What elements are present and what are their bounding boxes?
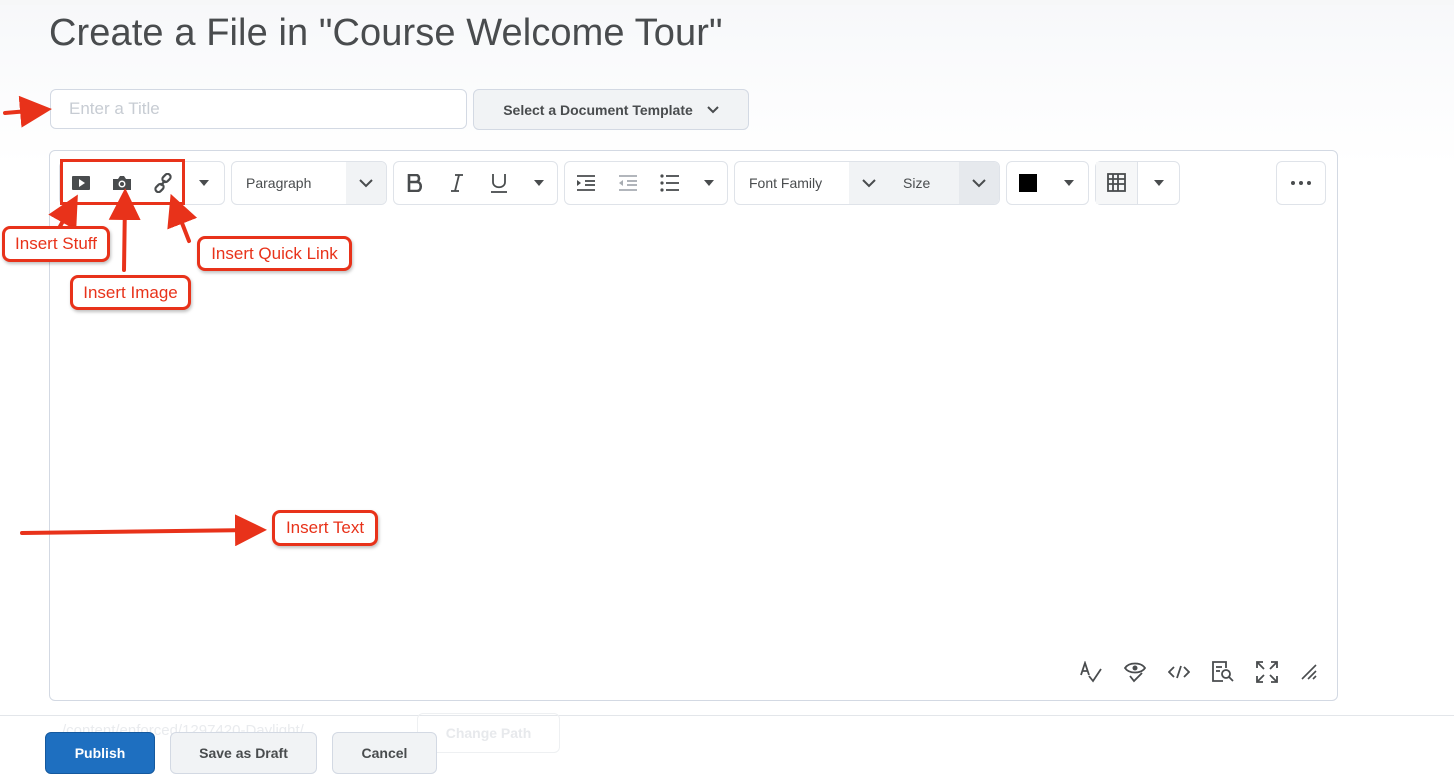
list-more-dropdown[interactable] xyxy=(691,162,727,204)
list-group xyxy=(564,161,728,205)
outdent-button[interactable] xyxy=(607,162,649,204)
text-style-more-dropdown[interactable] xyxy=(520,162,557,204)
underline-icon xyxy=(491,174,507,193)
table-icon xyxy=(1106,173,1126,192)
cancel-button[interactable]: Cancel xyxy=(332,732,437,774)
bold-icon xyxy=(407,174,423,192)
chevron-down-icon xyxy=(359,178,373,187)
template-button-label: Select a Document Template xyxy=(503,101,693,118)
color-group[interactable] xyxy=(1006,161,1089,205)
preview-icon[interactable] xyxy=(1212,661,1234,683)
font-size-dropdown-button[interactable] xyxy=(959,162,999,204)
format-dropdown-button[interactable] xyxy=(346,162,386,204)
color-dropdown[interactable] xyxy=(1049,162,1088,204)
font-size-select[interactable]: Size xyxy=(889,162,959,204)
table-dropdown[interactable] xyxy=(1138,162,1179,204)
underline-button[interactable] xyxy=(478,162,520,204)
caret-down-icon xyxy=(704,180,714,186)
annotation-insert-text: Insert Text xyxy=(272,510,378,546)
save-draft-button[interactable]: Save as Draft xyxy=(170,732,317,774)
indent-button[interactable] xyxy=(565,162,607,204)
format-label: Paragraph xyxy=(246,175,312,191)
page-title: Create a File in "Course Welcome Tour" xyxy=(49,12,723,54)
color-swatch xyxy=(1019,174,1037,192)
outdent-icon xyxy=(619,175,637,191)
ghost-change-path-button: Change Path xyxy=(417,713,560,753)
format-select[interactable]: Paragraph xyxy=(231,161,387,205)
indent-icon xyxy=(577,175,595,191)
title-input[interactable] xyxy=(50,89,467,129)
caret-down-icon xyxy=(199,180,209,186)
annotation-insert-image: Insert Image xyxy=(70,275,191,310)
italic-button[interactable] xyxy=(436,162,478,204)
text-style-group xyxy=(393,161,558,205)
spellcheck-icon[interactable] xyxy=(1080,661,1102,683)
chevron-down-icon xyxy=(972,178,986,187)
annotation-highlight-box xyxy=(60,159,185,205)
more-ellipsis-icon xyxy=(1291,181,1311,185)
insert-table-button[interactable] xyxy=(1096,162,1138,204)
format-select-value: Paragraph xyxy=(232,162,346,204)
resize-handle-icon[interactable] xyxy=(1300,663,1318,681)
text-color-button[interactable] xyxy=(1007,162,1049,204)
publish-button[interactable]: Publish xyxy=(45,732,155,774)
caret-down-icon xyxy=(533,180,544,186)
fullscreen-icon[interactable] xyxy=(1256,661,1278,683)
table-group xyxy=(1095,161,1180,205)
more-ellipsis-button[interactable] xyxy=(1277,162,1325,204)
bullet-list-button[interactable] xyxy=(649,162,691,204)
insert-more-dropdown[interactable] xyxy=(184,162,224,204)
chevron-down-icon xyxy=(862,178,876,187)
chevron-down-icon xyxy=(707,105,719,113)
source-code-icon[interactable] xyxy=(1168,664,1190,680)
bullet-list-icon xyxy=(660,174,679,192)
font-family-dropdown-button[interactable] xyxy=(849,162,889,204)
font-family-select[interactable]: Font Family xyxy=(735,162,849,204)
html-editor[interactable] xyxy=(49,150,1338,701)
select-document-template-button[interactable]: Select a Document Template xyxy=(473,89,749,130)
more-actions-button[interactable] xyxy=(1276,161,1326,205)
annotation-insert-stuff: Insert Stuff xyxy=(2,226,110,262)
annotation-insert-quicklink: Insert Quick Link xyxy=(197,236,352,271)
bold-button[interactable] xyxy=(394,162,436,204)
font-group: Font Family Size xyxy=(734,161,1000,205)
caret-down-icon xyxy=(1063,180,1074,186)
font-family-label: Font Family xyxy=(749,175,823,191)
font-size-label: Size xyxy=(903,175,931,191)
italic-icon xyxy=(451,174,463,192)
caret-down-icon xyxy=(1153,180,1164,186)
accessibility-check-icon[interactable] xyxy=(1124,661,1146,683)
